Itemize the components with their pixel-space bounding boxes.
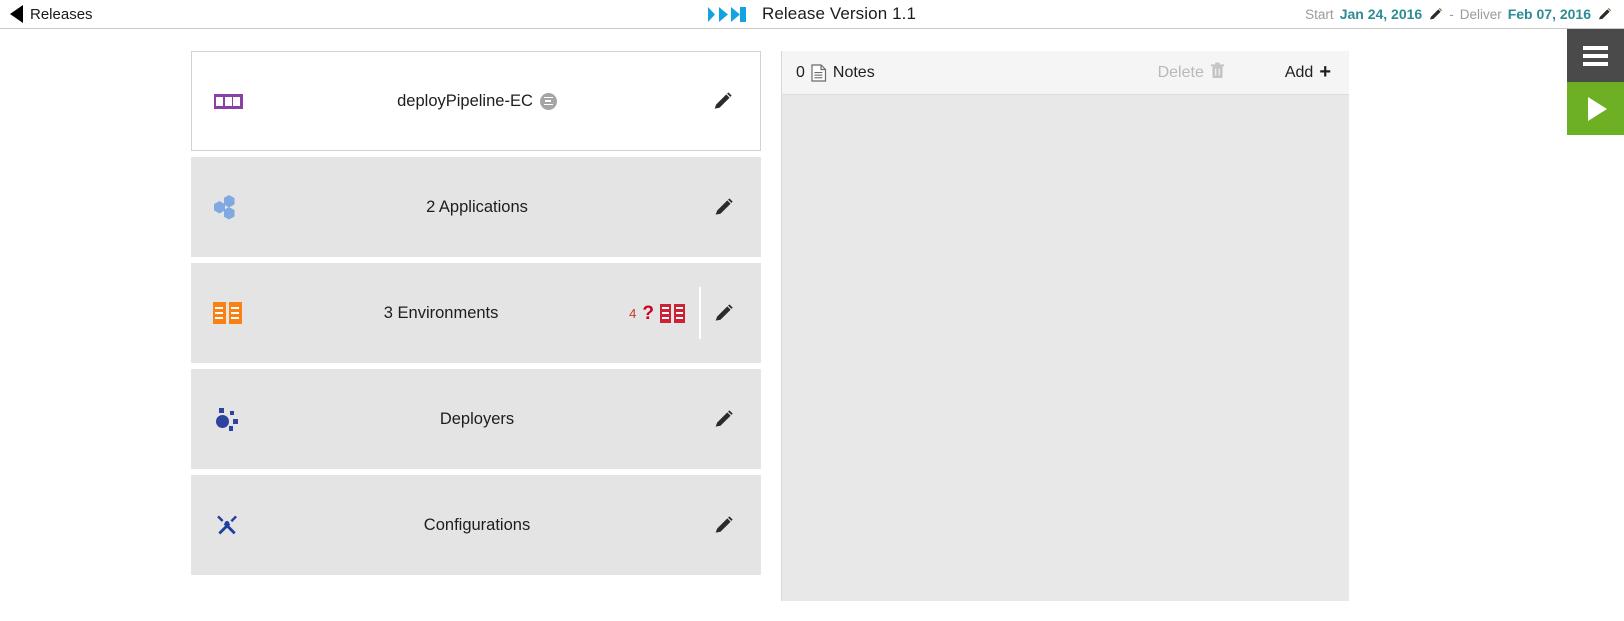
release-title-group: Release Version 1.1 [707, 4, 917, 24]
back-to-releases-button[interactable]: Releases [0, 5, 93, 23]
delete-note-label: Delete [1157, 63, 1204, 81]
card-pipeline-title: deployPipeline-EC [397, 91, 533, 110]
status-count: 4 [629, 305, 637, 321]
notes-count: 0 [796, 63, 805, 81]
card-environments-actions: 4 ? [629, 287, 761, 339]
card-pipeline-title-group: deployPipeline-EC [254, 92, 700, 111]
card-deployers-edit-pencil-icon[interactable] [701, 409, 745, 430]
card-applications[interactable]: 2 Applications [191, 157, 761, 257]
card-configurations-edit-pencil-icon[interactable] [701, 515, 745, 536]
delete-note-button[interactable]: Delete [1158, 62, 1225, 84]
deliver-date-value[interactable]: Feb 07, 2016 [1508, 6, 1591, 22]
page-title: Release Version 1.1 [761, 4, 917, 23]
notes-title-group: 0 Notes [796, 64, 875, 82]
document-icon [811, 63, 827, 82]
release-cards-list: deployPipeline-EC 2 Applications 3 Envir… [191, 51, 761, 581]
card-pipeline-actions [700, 91, 760, 112]
right-rail [1567, 29, 1624, 135]
add-note-button[interactable]: Add + [1284, 61, 1331, 83]
card-configurations-title: Configurations [423, 515, 531, 534]
start-label: Start [1305, 6, 1334, 22]
card-deployers-actions [701, 409, 761, 430]
server-rack-red-icon [660, 303, 685, 323]
notes-header: 0 Notes Delete Add + [782, 51, 1349, 95]
deliver-label: Deliver [1459, 6, 1502, 22]
card-configurations-actions [701, 515, 761, 536]
card-applications-title-group: 2 Applications [253, 198, 701, 217]
card-deployers-title: Deployers [439, 409, 515, 428]
card-environments-edit-pencil-icon[interactable] [701, 303, 745, 324]
release-dates: Start Jan 24, 2016 - Deliver Feb 07, 201… [1305, 6, 1612, 22]
main-content: deployPipeline-EC 2 Applications 3 Envir… [0, 29, 1624, 621]
triangle-left-icon [10, 5, 23, 23]
status-question-icon: ? [642, 303, 654, 324]
chevron-triple-icon [707, 6, 752, 23]
card-applications-edit-pencil-icon[interactable] [701, 197, 745, 218]
environments-status-badge[interactable]: 4 ? [629, 287, 701, 339]
plus-icon: + [1319, 61, 1331, 83]
play-icon [1588, 96, 1607, 121]
trash-icon [1210, 62, 1225, 84]
notes-panel: 0 Notes Delete Add + [781, 51, 1349, 601]
deliver-date-edit-pencil-icon[interactable] [1597, 7, 1612, 22]
menu-button[interactable] [1567, 29, 1624, 82]
date-separator: - [1449, 6, 1454, 22]
card-environments[interactable]: 3 Environments 4 ? [191, 263, 761, 363]
card-configurations[interactable]: Configurations [191, 475, 761, 575]
start-date-edit-pencil-icon[interactable] [1428, 7, 1443, 22]
notes-label: Notes [832, 63, 875, 81]
card-deployers[interactable]: Deployers [191, 369, 761, 469]
card-environments-title-group: 3 Environments [253, 304, 629, 323]
hamburger-badge-icon[interactable] [539, 92, 557, 110]
card-pipeline-edit-pencil-icon[interactable] [700, 91, 744, 112]
back-to-releases-label: Releases [30, 5, 93, 23]
card-environments-title: 3 Environments [383, 303, 499, 322]
card-applications-actions [701, 197, 761, 218]
notes-body[interactable] [782, 95, 1349, 600]
start-release-button[interactable] [1567, 82, 1624, 135]
start-date-value[interactable]: Jan 24, 2016 [1340, 6, 1423, 22]
card-configurations-title-group: Configurations [253, 516, 701, 535]
add-note-label: Add [1284, 63, 1314, 81]
hamburger-menu-icon [1583, 45, 1608, 66]
top-bar: Releases Release Version 1.1 Start Jan 2… [0, 0, 1624, 29]
card-deployers-title-group: Deployers [253, 410, 701, 429]
card-pipeline[interactable]: deployPipeline-EC [191, 51, 761, 151]
card-applications-title: 2 Applications [426, 197, 528, 216]
